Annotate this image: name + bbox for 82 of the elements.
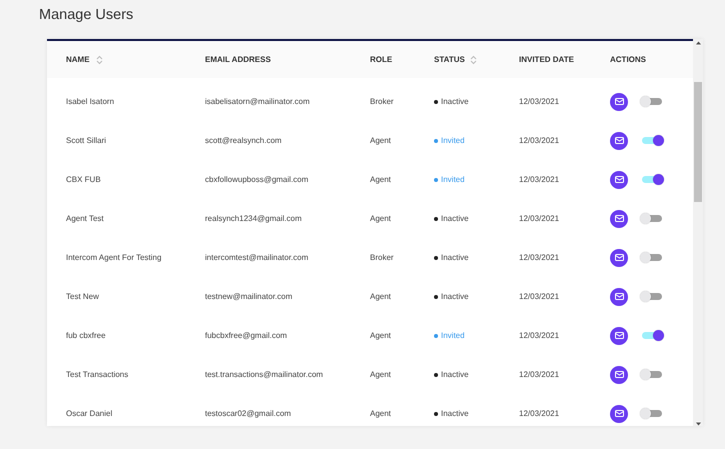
table-cell: Intercom Agent For Testing [66,253,162,262]
status-text: Inactive [441,253,469,262]
email-button[interactable] [610,210,628,228]
envelope-icon [614,137,624,144]
table-cell: cbxfollowupboss@gmail.com [205,175,308,184]
email-button[interactable] [610,404,628,422]
table-cell: Test New [66,292,99,301]
column-header: EMAIL ADDRESS [205,55,271,64]
table-cell: Agent [370,331,391,340]
status-text: Invited [441,331,465,340]
toggle-switch[interactable] [642,410,662,417]
table-cell: Agent Test [66,214,104,223]
table-cell: Agent [370,136,391,145]
table-cell: 12/03/2021 [519,136,560,145]
table-cell: Agent [370,409,391,418]
email-button[interactable] [610,132,628,150]
table-cell: intercomtest@mailinator.com [205,253,308,262]
toggle-switch[interactable] [642,215,662,222]
column-header[interactable]: STATUS [434,55,465,64]
envelope-icon [614,98,624,105]
toggle-switch[interactable] [642,371,662,378]
email-button[interactable] [610,248,628,266]
scrollbar[interactable] [693,39,703,426]
table-cell: isabelisatorn@mailinator.com [205,97,310,106]
toggle-switch[interactable] [642,254,662,261]
table-cell: testoscar02@gmail.com [205,409,291,418]
email-button[interactable] [610,366,628,384]
status-text: Inactive [441,292,469,301]
table-cell: fubcbxfree@gmail.com [205,331,287,340]
table-cell: test.transactions@mailinator.com [205,370,323,379]
table-cell: 12/03/2021 [519,253,560,262]
scroll-down-icon[interactable] [696,422,700,426]
column-header: ROLE [370,55,392,64]
envelope-icon [614,215,624,222]
table-cell: 12/03/2021 [519,331,560,340]
table-cell: Test Transactions [66,370,128,379]
page-title: Manage Users [38,6,134,25]
table-cell: Agent [370,214,391,223]
table-cell: testnew@mailinator.com [205,292,292,301]
envelope-icon [614,410,624,417]
toggle-switch[interactable] [642,332,662,339]
status-text: Inactive [441,370,469,379]
table-cell: 12/03/2021 [519,175,560,184]
column-header[interactable]: NAME [66,55,90,64]
table-cell: Broker [370,253,394,262]
status-text: Invited [441,136,465,145]
table-cell: fub cbxfree [66,331,106,340]
scroll-up-icon[interactable] [696,41,700,45]
email-button[interactable] [610,92,628,110]
column-header: ACTIONS [610,55,646,64]
envelope-icon [614,254,624,261]
table-cell: 12/03/2021 [519,97,560,106]
table-cell: Scott Sillari [66,136,106,145]
envelope-icon [614,293,624,300]
table-cell: realsynch1234@gmail.com [205,214,302,223]
status-text: Inactive [441,97,469,106]
toggle-switch[interactable] [642,137,662,144]
table-cell: Broker [370,97,394,106]
toggle-switch[interactable] [642,176,662,183]
status-text: Invited [441,175,465,184]
email-button[interactable] [610,288,628,306]
table-cell: Agent [370,175,391,184]
toggle-switch[interactable] [642,293,662,300]
status-text: Inactive [441,214,469,223]
table-cell: Oscar Daniel [66,409,112,418]
envelope-icon [614,332,624,339]
table-cell: Isabel Isatorn [66,97,114,106]
email-button[interactable] [610,326,628,344]
table-cell: 12/03/2021 [519,409,560,418]
envelope-icon [614,176,624,183]
table-cell: 12/03/2021 [519,370,560,379]
toggle-switch[interactable] [642,98,662,105]
envelope-icon [614,371,624,378]
status-text: Inactive [441,409,469,418]
table-cell: CBX FUB [66,175,101,184]
table-cell: 12/03/2021 [519,292,560,301]
column-header: INVITED DATE [519,55,574,64]
table-cell: scott@realsynch.com [205,136,282,145]
email-button[interactable] [610,170,628,188]
table-cell: Agent [370,292,391,301]
table-cell: Agent [370,370,391,379]
table-cell: 12/03/2021 [519,214,560,223]
